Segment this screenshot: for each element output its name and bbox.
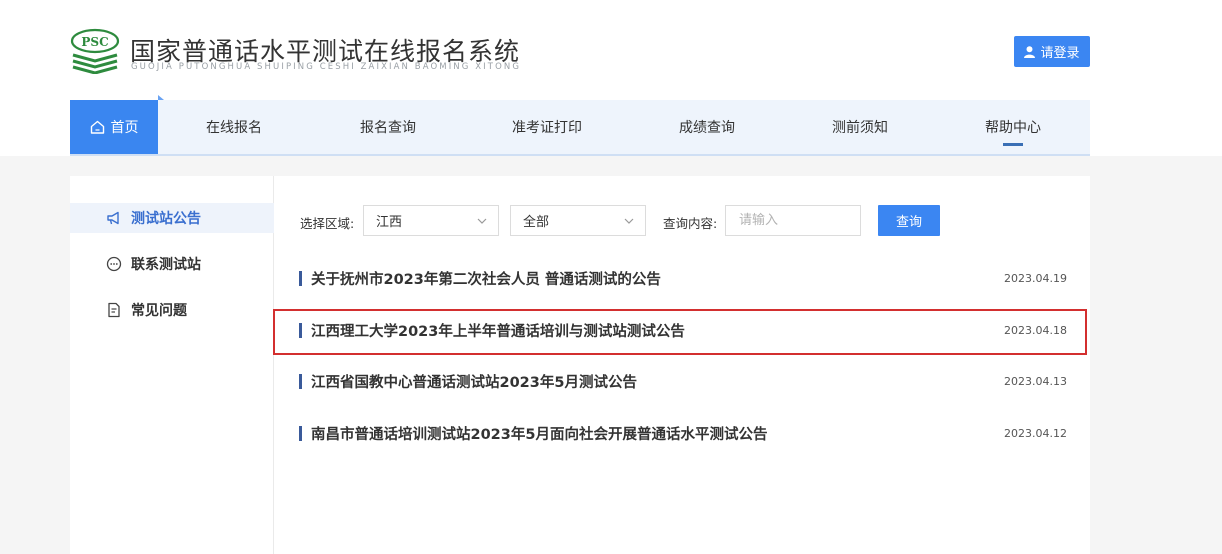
user-icon bbox=[1024, 45, 1036, 58]
announcement-title: 江西理工大学2023年上半年普通话培训与测试站测试公告 bbox=[311, 323, 685, 340]
psc-logo: PSC bbox=[70, 28, 120, 74]
nav-active-underline bbox=[1003, 143, 1023, 146]
announcement-date: 2023.04.12 bbox=[1004, 426, 1067, 440]
announcement-title: 南昌市普通话培训测试站2023年5月面向社会开展普通话水平测试公告 bbox=[311, 426, 768, 443]
region-select[interactable]: 江西 bbox=[363, 205, 499, 236]
search-input[interactable] bbox=[725, 205, 861, 236]
nav-online-register[interactable]: 在线报名 bbox=[182, 100, 286, 154]
login-label: 请登录 bbox=[1040, 46, 1080, 61]
sidebar-item-faq[interactable]: 常见问题 bbox=[70, 295, 274, 325]
nav-admission-print[interactable]: 准考证打印 bbox=[495, 100, 599, 154]
announcement-title: 关于抚州市2023年第二次社会人员 普通话测试的公告 bbox=[311, 271, 661, 288]
nav-score-query[interactable]: 成绩查询 bbox=[655, 100, 759, 154]
announcement-date: 2023.04.19 bbox=[1004, 271, 1067, 285]
nav-home[interactable]: 首页 bbox=[70, 95, 164, 154]
row-marker bbox=[299, 270, 302, 286]
region-label: 选择区域: bbox=[300, 216, 355, 231]
page: PSC 国家普通话水平测试在线报名系统 GUOJIA PUTONGHUA SHU… bbox=[0, 0, 1222, 554]
megaphone-icon bbox=[107, 211, 119, 225]
announcement-row[interactable]: 关于抚州市2023年第二次社会人员 普通话测试的公告 2023.04.19 bbox=[299, 266, 1067, 290]
nav-register-query[interactable]: 报名查询 bbox=[336, 100, 440, 154]
home-icon bbox=[90, 120, 104, 134]
announcement-date: 2023.04.18 bbox=[1004, 323, 1067, 337]
region-select-value: 江西 bbox=[376, 215, 403, 230]
main-nav: 首页 在线报名 报名查询 准考证打印 成绩查询 测前须知 帮助中心 bbox=[70, 95, 1090, 156]
scope-select[interactable]: 全部 bbox=[510, 205, 646, 236]
row-marker bbox=[299, 425, 302, 441]
row-marker bbox=[299, 322, 302, 338]
scope-select-value: 全部 bbox=[523, 215, 550, 230]
chevron-down-icon bbox=[477, 218, 487, 224]
sidebar-item-contact[interactable]: 联系测试站 bbox=[70, 249, 274, 279]
document-icon bbox=[108, 302, 120, 318]
query-label: 查询内容: bbox=[663, 216, 718, 231]
row-marker bbox=[299, 373, 302, 389]
sidebar: 测试站公告 联系测试站 常见问题 bbox=[70, 176, 274, 554]
chevron-down-icon bbox=[624, 218, 634, 224]
announcement-row[interactable]: 江西理工大学2023年上半年普通话培训与测试站测试公告 2023.04.18 bbox=[299, 318, 1067, 342]
nav-test-notice[interactable]: 测前须知 bbox=[808, 100, 912, 154]
sidebar-item-label: 联系测试站 bbox=[131, 257, 201, 273]
announcement-date: 2023.04.13 bbox=[1004, 374, 1067, 388]
search-button[interactable]: 查询 bbox=[878, 205, 940, 236]
announcement-row[interactable]: 江西省国教中心普通话测试站2023年5月测试公告 2023.04.13 bbox=[299, 369, 1067, 393]
svg-text:PSC: PSC bbox=[81, 35, 108, 49]
sidebar-item-label: 常见问题 bbox=[131, 303, 187, 319]
chat-icon bbox=[106, 256, 122, 272]
login-button[interactable]: 请登录 bbox=[1014, 36, 1090, 67]
nav-home-label: 首页 bbox=[110, 120, 139, 136]
brand-subtitle: GUOJIA PUTONGHUA SHUIPING CESHI ZAIXIAN … bbox=[131, 62, 522, 72]
nav-help-center[interactable]: 帮助中心 bbox=[961, 100, 1065, 154]
nav-help-center-label: 帮助中心 bbox=[985, 120, 1041, 136]
sidebar-item-announcements[interactable]: 测试站公告 bbox=[70, 203, 274, 233]
announcement-title: 江西省国教中心普通话测试站2023年5月测试公告 bbox=[311, 374, 637, 391]
sidebar-item-label: 测试站公告 bbox=[131, 211, 201, 227]
announcement-row[interactable]: 南昌市普通话培训测试站2023年5月面向社会开展普通话水平测试公告 2023.0… bbox=[299, 421, 1067, 445]
